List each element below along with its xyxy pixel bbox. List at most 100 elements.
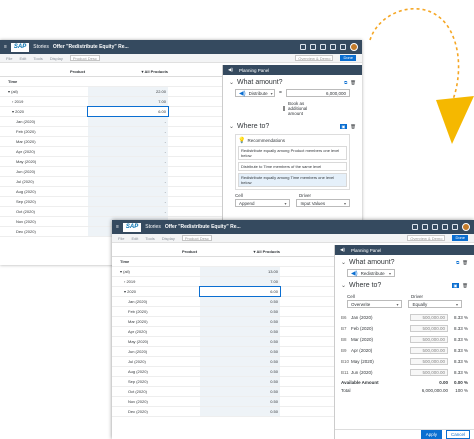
target-amount[interactable]: 500,000.00 bbox=[410, 347, 448, 354]
target-amount[interactable]: 500,000.00 bbox=[410, 325, 448, 332]
table-row[interactable]: Dec (2020) 0.50 bbox=[112, 407, 334, 417]
product-desc-field[interactable]: Product Desc bbox=[69, 55, 100, 61]
menu-icon[interactable]: ≡ bbox=[116, 224, 119, 230]
cell-value[interactable]: - bbox=[88, 207, 168, 216]
table-row[interactable]: ▾ 2020 6.00 bbox=[0, 106, 222, 117]
delete-icon[interactable]: 🗑 bbox=[462, 283, 468, 289]
notification-icon[interactable] bbox=[432, 224, 438, 230]
cell-value[interactable]: - bbox=[88, 147, 168, 156]
delete-icon[interactable]: 🗑 bbox=[350, 124, 356, 130]
cell-value[interactable]: 0.50 bbox=[200, 377, 280, 386]
table-row[interactable]: Sep (2020) 0.50 bbox=[112, 377, 334, 387]
recommendation-item[interactable]: Redistribute equally among Product membe… bbox=[238, 146, 347, 160]
copy-icon[interactable]: ⧉ bbox=[344, 80, 347, 85]
cell-value[interactable]: - bbox=[88, 167, 168, 176]
table-row[interactable]: Jul (2020) 0.50 bbox=[112, 357, 334, 367]
table-row[interactable]: Jul (2020) - bbox=[0, 177, 222, 187]
book-checkbox[interactable] bbox=[283, 106, 285, 111]
cell-value[interactable]: 13.00 bbox=[200, 267, 280, 276]
cancel-button[interactable]: Cancel bbox=[445, 430, 470, 439]
table-row[interactable]: › 2019 7.00 bbox=[112, 277, 334, 287]
cell-value[interactable]: 7.00 bbox=[88, 97, 168, 106]
table-row[interactable]: Apr (2020) 0.50 bbox=[112, 327, 334, 337]
section-where-to[interactable]: ⌄ Where to? ▣ 🗑 bbox=[335, 278, 474, 291]
cell-select[interactable]: Append ▾ bbox=[235, 199, 291, 207]
cell-value[interactable]: - bbox=[88, 137, 168, 146]
cell-value[interactable]: - bbox=[88, 127, 168, 136]
cell-value[interactable]: - bbox=[88, 117, 168, 126]
column-header-all-products[interactable]: ▾ All Products bbox=[141, 69, 168, 74]
table-row[interactable]: Feb (2020) 0.50 bbox=[112, 307, 334, 317]
delete-icon[interactable]: 🗑 bbox=[350, 80, 356, 86]
done-button[interactable]: Done bbox=[340, 55, 356, 61]
target-amount[interactable]: 500,000.00 bbox=[410, 358, 448, 365]
table-row[interactable]: Aug (2020) 0.50 bbox=[112, 367, 334, 377]
stories-link[interactable]: Stories bbox=[33, 44, 49, 50]
table-row[interactable]: Jan (2020) - bbox=[0, 117, 222, 127]
menu-icon[interactable]: ≡ bbox=[4, 44, 7, 50]
target-amount[interactable]: 500,000.00 bbox=[410, 336, 448, 343]
cell-value[interactable]: 0.50 bbox=[200, 357, 280, 366]
toolbar-item[interactable]: Tools bbox=[33, 56, 42, 61]
mode-select[interactable]: ◀) Distribute ▾ bbox=[235, 89, 275, 97]
cell-value[interactable]: - bbox=[88, 197, 168, 206]
table-row[interactable]: Mar (2020) 0.50 bbox=[112, 317, 334, 327]
cell-value[interactable]: 0.50 bbox=[200, 347, 280, 356]
toolbar-item[interactable]: File bbox=[6, 56, 12, 61]
target-amount[interactable]: 500,000.00 bbox=[410, 369, 448, 376]
cell-value[interactable]: 0.50 bbox=[200, 367, 280, 376]
target-icon[interactable]: ▣ bbox=[339, 124, 348, 129]
cell-value[interactable]: 0.50 bbox=[200, 317, 280, 326]
done-button[interactable]: Done bbox=[452, 235, 468, 241]
table-row[interactable]: Jun (2020) 0.50 bbox=[112, 347, 334, 357]
cell-value[interactable]: 7.00 bbox=[200, 277, 280, 286]
table-row[interactable]: Oct (2020) - bbox=[0, 207, 222, 217]
table-row[interactable]: Sep (2020) - bbox=[0, 197, 222, 207]
table-row[interactable]: Oct (2020) 0.50 bbox=[112, 387, 334, 397]
section-where-to[interactable]: ⌄ Where to? ▣ 🗑 bbox=[223, 119, 362, 132]
recommendation-item[interactable]: Redistribute equally among Time members … bbox=[238, 173, 347, 187]
cell-value[interactable]: - bbox=[88, 177, 168, 186]
table-row[interactable]: ▾ (all) 13.00 bbox=[112, 267, 334, 277]
search-icon[interactable] bbox=[300, 44, 306, 50]
cell-value[interactable]: 6.00 bbox=[199, 286, 281, 297]
table-row[interactable]: Nov (2020) 0.50 bbox=[112, 397, 334, 407]
toolbar-item[interactable]: Display bbox=[162, 236, 175, 241]
avatar[interactable] bbox=[350, 43, 358, 51]
table-row[interactable]: › 2019 7.00 bbox=[0, 97, 222, 107]
table-row[interactable]: Jan (2020) 0.50 bbox=[112, 297, 334, 307]
table-row[interactable]: Aug (2020) - bbox=[0, 187, 222, 197]
cell-value[interactable]: 6.00 bbox=[87, 106, 169, 117]
help-icon[interactable] bbox=[340, 44, 346, 50]
target-amount[interactable]: 500,000.00 bbox=[410, 314, 448, 321]
toolbar-item[interactable]: Display bbox=[50, 56, 63, 61]
cell-value[interactable]: 0.50 bbox=[200, 307, 280, 316]
bell-icon[interactable] bbox=[310, 44, 316, 50]
cell-value[interactable]: 0.50 bbox=[200, 397, 280, 406]
toolbar-item[interactable]: Tools bbox=[145, 236, 154, 241]
amount-input[interactable]: 6,000,000 bbox=[285, 89, 350, 97]
table-row[interactable]: ▾ (all) 22.00 bbox=[0, 87, 222, 97]
target-icon[interactable]: ▣ bbox=[451, 283, 460, 288]
notification-icon[interactable] bbox=[320, 44, 326, 50]
cell-select[interactable]: Overwrite ▾ bbox=[347, 300, 403, 308]
cell-value[interactable]: 0.50 bbox=[200, 337, 280, 346]
apply-button[interactable]: Apply bbox=[420, 430, 442, 439]
table-row[interactable]: ▾ 2020 6.00 bbox=[112, 286, 334, 297]
avatar[interactable] bbox=[462, 223, 470, 231]
toolbar-item[interactable]: Edit bbox=[19, 56, 26, 61]
cell-value[interactable]: 0.50 bbox=[200, 387, 280, 396]
delete-icon[interactable]: 🗑 bbox=[462, 260, 468, 266]
share-icon[interactable] bbox=[330, 44, 336, 50]
cell-value[interactable]: - bbox=[88, 187, 168, 196]
bell-icon[interactable] bbox=[422, 224, 428, 230]
section-what-amount[interactable]: ⌄ What amount? ⧉ 🗑 bbox=[223, 75, 362, 88]
driver-select[interactable]: Equally ▾ bbox=[408, 300, 462, 308]
copy-icon[interactable]: ⧉ bbox=[456, 260, 459, 265]
table-row[interactable]: Jun (2020) - bbox=[0, 167, 222, 177]
column-header-all-products[interactable]: ▾ All Products bbox=[253, 249, 280, 254]
section-what-amount[interactable]: ⌄ What amount? ⧉ 🗑 bbox=[335, 255, 474, 268]
cell-value[interactable]: 0.50 bbox=[200, 327, 280, 336]
search-input[interactable]: Overview & Demo bbox=[407, 235, 446, 241]
stories-link[interactable]: Stories bbox=[145, 224, 161, 230]
